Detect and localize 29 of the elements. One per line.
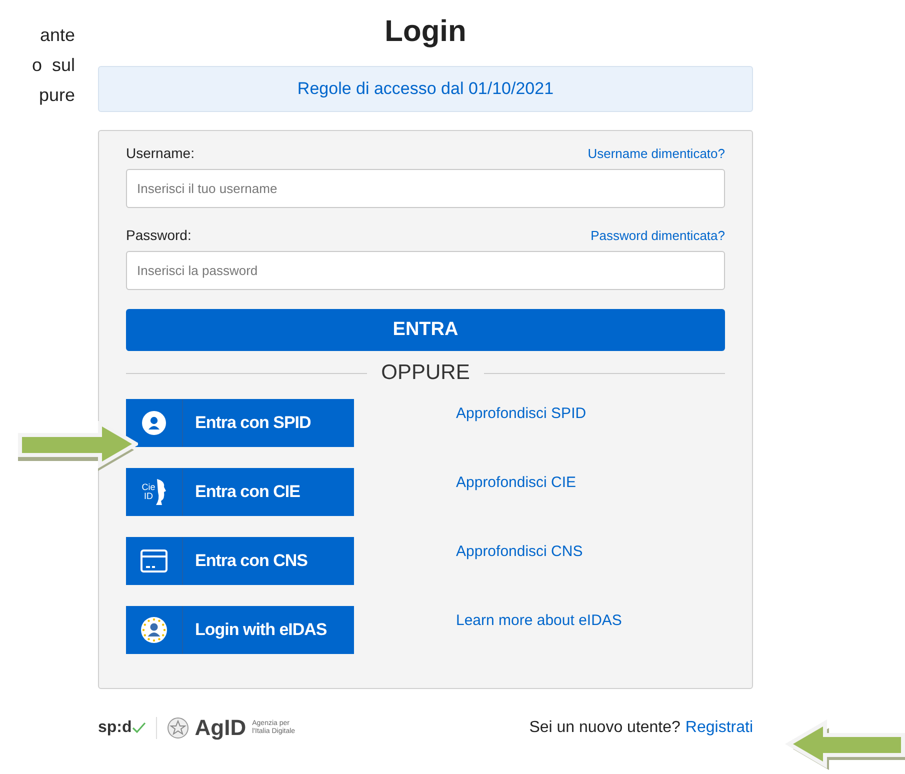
agid-logo: AgID — [194, 715, 246, 741]
provider-button[interactable]: Entra con SPID — [126, 399, 354, 447]
submit-button[interactable]: ENTRA — [126, 309, 725, 351]
emblem-icon — [166, 717, 189, 739]
divider-label: OPPURE — [381, 361, 470, 385]
access-rules-link[interactable]: Regole di accesso dal 01/10/2021 — [98, 66, 753, 112]
user-stars-icon — [141, 617, 167, 643]
register-link[interactable]: Registrati — [685, 719, 753, 737]
provider-button[interactable]: Login with eIDAS — [126, 606, 354, 654]
input-field[interactable]: Inserisci la password — [126, 251, 725, 290]
user-icon — [142, 411, 166, 435]
cut-off-text: ante — [40, 24, 75, 47]
provider-button[interactable]: Cie ID Entra con CIE — [126, 468, 354, 516]
input-field[interactable]: Inserisci il tuo username — [126, 169, 725, 208]
field-label: Username: — [126, 145, 194, 161]
cut-off-text: o sul — [32, 54, 75, 77]
learn-more-link[interactable]: Approfondisci CNS — [456, 543, 583, 560]
page-title: Login — [384, 14, 466, 50]
spid-logo: sp:d — [98, 719, 146, 737]
learn-more-link[interactable]: Learn more about eIDAS — [456, 612, 622, 629]
forgot-link[interactable]: Username dimenticato? — [588, 146, 725, 161]
learn-more-link[interactable]: Approfondisci SPID — [456, 405, 586, 422]
card-icon — [140, 549, 168, 573]
field-label: Password: — [126, 227, 192, 243]
learn-more-link[interactable]: Approfondisci CIE — [456, 474, 576, 491]
forgot-link[interactable]: Password dimenticata? — [590, 228, 725, 243]
cut-off-text: pure — [38, 84, 75, 107]
provider-button[interactable]: Entra con CNS — [126, 537, 354, 585]
signup-prompt: Sei un nuovo utente? — [529, 719, 680, 737]
